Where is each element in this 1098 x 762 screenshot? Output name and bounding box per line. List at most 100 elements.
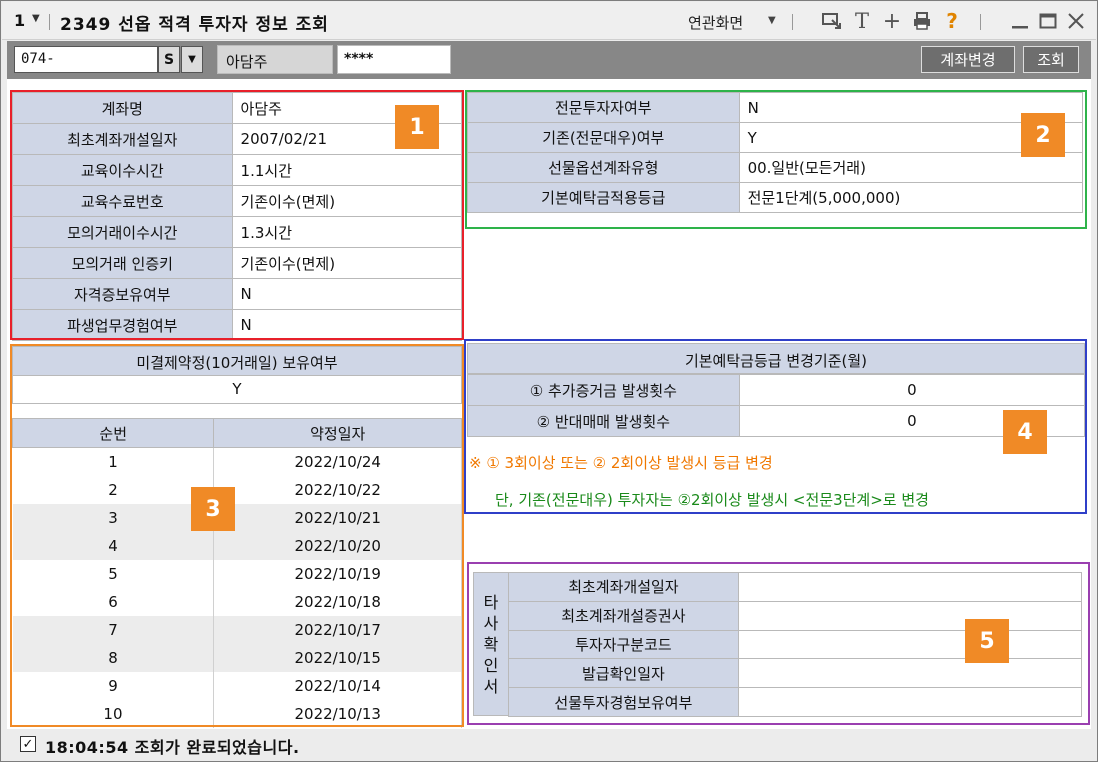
row-number: 3	[12, 503, 215, 532]
account-name-field: 아담주	[217, 45, 333, 74]
table-row: ① 추가증거금 발생횟수 0	[467, 374, 1086, 406]
field-value: 기존이수(면제)	[231, 247, 463, 279]
side-label-char: 사	[483, 613, 499, 633]
row-number: 1	[12, 447, 215, 476]
field-label: 최초계좌개설일자	[508, 572, 739, 602]
contract-date: 2022/10/24	[213, 447, 462, 476]
field-label: ① 추가증거금 발생횟수	[467, 374, 740, 406]
status-checkbox[interactable]: ✓	[20, 736, 36, 752]
divider	[49, 14, 50, 30]
table-row: 모의거래이수시간 1.3시간	[12, 216, 463, 248]
field-value	[737, 629, 1083, 660]
title-bar: 1 ▼ 2349 선옵 적격 투자자 정보 조회 연관화면 ▼ T + ?	[2, 2, 1096, 40]
marker-3: 3	[191, 487, 235, 531]
field-label: 교육이수시간	[12, 154, 233, 186]
investor-status-table: 전문투자자여부 N 기존(전문대우)여부 Y 선물옵션계좌유형 00.일반(모든거래) 기본…	[467, 92, 1084, 213]
divider	[792, 14, 793, 30]
contract-date: 2022/10/19	[213, 559, 462, 588]
list-item[interactable]: 10 2022/10/13	[12, 699, 462, 728]
table-row: 교육수료번호 기존이수(면제)	[12, 185, 463, 217]
field-label: 모의거래 인증키	[12, 247, 233, 279]
list-item[interactable]: 3 2022/10/21	[12, 503, 462, 532]
contract-date: 2022/10/15	[213, 643, 462, 672]
marker-2: 2	[1021, 113, 1065, 157]
list-item[interactable]: 4 2022/10/20	[12, 531, 462, 560]
query-button[interactable]: 조회	[1023, 46, 1079, 73]
status-bar: ✓ 18:04:54 조회가 완료되었습니다.	[7, 730, 1091, 758]
column-header-no[interactable]: 순번	[11, 418, 215, 448]
marker-4: 4	[1003, 410, 1047, 454]
field-value	[737, 658, 1083, 689]
field-value	[737, 600, 1083, 631]
table-row: ② 반대매매 발생횟수 0	[467, 405, 1086, 437]
row-number: 6	[12, 587, 215, 616]
field-value	[737, 572, 1083, 602]
field-label: 계좌명	[12, 92, 233, 124]
font-size-icon[interactable]: T	[850, 9, 874, 33]
spacer	[12, 404, 462, 418]
print-icon[interactable]	[910, 9, 934, 33]
password-field[interactable]: ****	[337, 45, 451, 74]
list-item[interactable]: 7 2022/10/17	[12, 615, 462, 644]
deposit-grade-panel: 기본예탁금등급 변경기준(월) ① 추가증거금 발생횟수 0 ② 반대매매 발생횟수…	[467, 343, 1086, 437]
contract-date: 2022/10/20	[213, 531, 462, 560]
content-area: 계좌명 아담주 최초계좌개설일자 2007/02/21 교육이수시간 1.1시간 교육수료번…	[7, 79, 1091, 729]
contract-date-table: 순번 약정일자 1 2022/10/24 2 2022/10/22 3 2022/10/2…	[11, 418, 462, 728]
screen-title: 2349 선옵 적격 투자자 정보 조회	[60, 15, 329, 35]
row-number: 7	[12, 615, 215, 644]
window-menu-caret-icon[interactable]: ▼	[32, 13, 40, 24]
field-label: 투자자구분코드	[508, 629, 739, 660]
change-account-button[interactable]: 계좌변경	[921, 46, 1015, 73]
contract-date: 2022/10/21	[213, 503, 462, 532]
link-screen-icon[interactable]	[820, 9, 844, 33]
grade-change-exception-note: 단, 기존(전문대우) 투자자는 ②2회이상 발생시 <전문3단계>로 변경	[495, 491, 929, 509]
related-screens-caret-icon[interactable]: ▼	[768, 15, 776, 26]
minimize-icon[interactable]	[1008, 9, 1032, 33]
list-item[interactable]: 2 2022/10/22	[12, 475, 462, 504]
field-label: 전문투자자여부	[467, 92, 740, 123]
column-header-date[interactable]: 약정일자	[213, 418, 462, 448]
status-text: 조회가 완료되었습니다.	[134, 738, 300, 757]
list-item[interactable]: 5 2022/10/19	[12, 559, 462, 588]
side-label-char: 인	[483, 655, 499, 675]
field-label: 자격증보유여부	[12, 278, 233, 310]
add-icon[interactable]: +	[880, 9, 904, 34]
related-screens-menu[interactable]: 연관화면	[688, 12, 743, 33]
field-value: 1.1시간	[231, 154, 463, 186]
list-item[interactable]: 8 2022/10/15	[12, 643, 462, 672]
list-item[interactable]: 1 2022/10/24	[12, 447, 462, 476]
list-item[interactable]: 6 2022/10/18	[12, 587, 462, 616]
contract-date: 2022/10/22	[213, 475, 462, 504]
help-icon[interactable]: ?	[940, 9, 964, 33]
field-label: 최초계좌개설일자	[12, 123, 233, 155]
account-number-field[interactable]: 074-	[14, 46, 158, 73]
deposit-grade-table: ① 추가증거금 발생횟수 0 ② 반대매매 발생횟수 0	[467, 374, 1086, 437]
table-row: 선물옵션계좌유형 00.일반(모든거래)	[467, 152, 1084, 183]
open-interest-panel: 미결제약정(10거래일) 보유여부 Y 순번 약정일자 1 2022/10/24 2…	[11, 346, 462, 728]
marker-5: 5	[965, 619, 1009, 663]
close-icon[interactable]	[1064, 9, 1088, 33]
status-message: 18:04:54 조회가 완료되었습니다.	[45, 734, 300, 758]
field-value: 00.일반(모든거래)	[738, 152, 1084, 183]
list-item[interactable]: 9 2022/10/14	[12, 671, 462, 700]
field-label: 선물투자경험보유여부	[508, 687, 739, 717]
side-label-char: 타	[483, 592, 499, 612]
account-input-bar: 074- S ▼ 아담주 **** 계좌변경 조회	[7, 41, 1091, 79]
window-number[interactable]: 1	[14, 11, 25, 30]
chevron-down-icon: ▼	[188, 54, 196, 65]
table-row: 파생업무경험여부 N	[12, 309, 463, 341]
table-row: 기본예탁금적용등급 전문1단계(5,000,000)	[467, 182, 1084, 213]
maximize-icon[interactable]	[1036, 9, 1060, 33]
open-interest-header: 미결제약정(10거래일) 보유여부	[12, 346, 462, 376]
account-search-button[interactable]: S	[158, 46, 180, 73]
row-number: 8	[12, 643, 215, 672]
contract-date: 2022/10/18	[213, 587, 462, 616]
row-number: 10	[12, 699, 215, 728]
account-dropdown-button[interactable]: ▼	[181, 46, 203, 73]
row-number: 2	[12, 475, 215, 504]
open-interest-value: Y	[12, 376, 462, 404]
field-value: 0	[738, 374, 1086, 406]
field-label: 파생업무경험여부	[12, 309, 233, 341]
contract-date: 2022/10/13	[213, 699, 462, 728]
row-number: 9	[12, 671, 215, 700]
